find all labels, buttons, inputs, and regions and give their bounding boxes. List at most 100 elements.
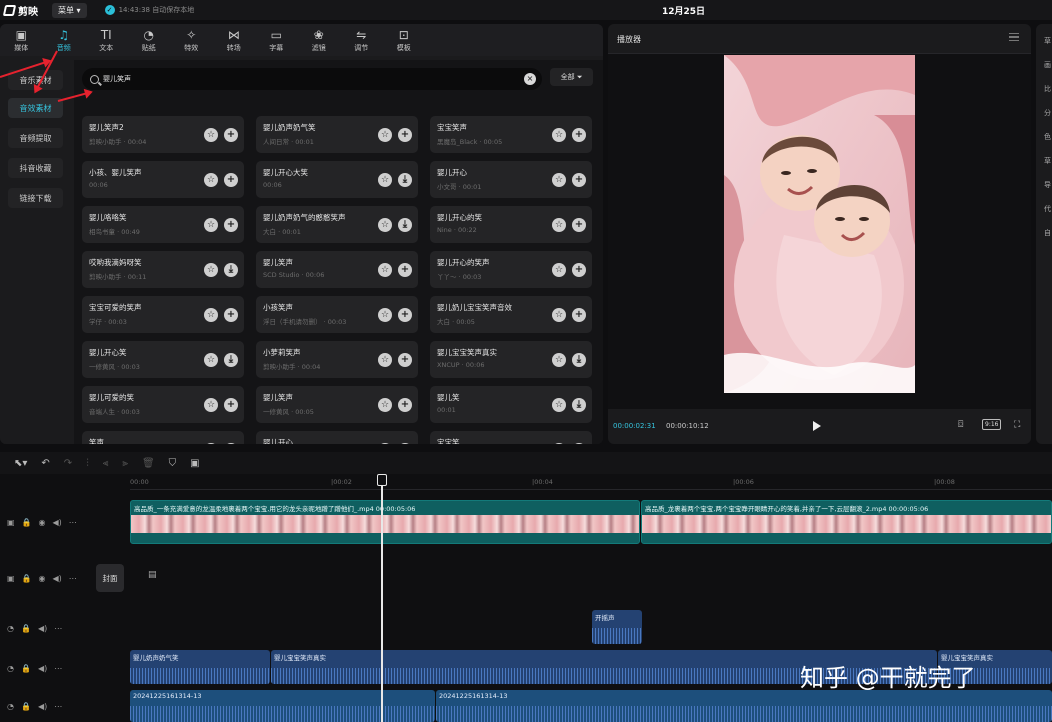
add-icon[interactable]: +	[572, 443, 586, 444]
volume-icon[interactable]: ◀)	[53, 574, 62, 583]
favorite-star-icon[interactable]: ☆	[378, 353, 392, 367]
favorite-star-icon[interactable]: ☆	[204, 398, 218, 412]
download-icon[interactable]: ⤓	[398, 173, 412, 187]
sound-card[interactable]: 婴儿咯咯笑 相鸟书童 · 00:49 ☆ +	[82, 206, 244, 243]
audio-clip[interactable]: 20241225161314-13	[130, 690, 435, 722]
favorite-star-icon[interactable]: ☆	[204, 263, 218, 277]
add-icon[interactable]: +	[398, 353, 412, 367]
playhead[interactable]	[381, 476, 383, 722]
tab-template[interactable]: ⊡ 模板	[383, 24, 426, 56]
sound-card[interactable]: 婴儿奶儿宝宝笑声音效 大白 · 00:05 ☆ +	[430, 296, 592, 333]
aspect-ratio-button[interactable]: 9:16	[982, 419, 1002, 430]
property-tab[interactable]: 分	[1044, 108, 1051, 118]
add-icon[interactable]: +	[224, 398, 238, 412]
add-icon[interactable]: +	[572, 263, 586, 277]
clear-search-icon[interactable]: ×	[524, 73, 536, 85]
audio-clip[interactable]: 开摇声	[592, 610, 642, 644]
sound-card[interactable]: 婴儿奶声奶气的憨憨笑声 大白 · 00:01 ☆ ⤓	[256, 206, 418, 243]
add-icon[interactable]: +	[224, 173, 238, 187]
sound-card[interactable]: 婴儿宝宝笑声真实 XNCUP · 00:06 ☆ ⤓	[430, 341, 592, 378]
video-track-icon[interactable]: ▣	[7, 518, 15, 527]
sound-card[interactable]: 婴儿笑声 SCD Studio · 00:06 ☆ +	[256, 251, 418, 288]
favorite-star-icon[interactable]: ☆	[378, 173, 392, 187]
property-tab[interactable]: 导	[1044, 180, 1051, 190]
project-title[interactable]: 12月25日	[662, 4, 705, 17]
audio-track-icon[interactable]: ◔	[7, 702, 14, 711]
sound-card[interactable]: 小萝莉笑声 剪映小助手 · 00:04 ☆ +	[256, 341, 418, 378]
sound-search-bar[interactable]: ×	[82, 68, 542, 90]
favorite-star-icon[interactable]: ☆	[204, 173, 218, 187]
tab-audio[interactable]: ♫ 音频	[43, 24, 86, 56]
tab-transition[interactable]: ⋈ 转场	[213, 24, 256, 56]
property-tab[interactable]: 色	[1044, 132, 1051, 142]
image-icon[interactable]: ▣	[190, 458, 199, 469]
favorite-star-icon[interactable]: ☆	[378, 128, 392, 142]
sound-card[interactable]: 婴儿开心的笑 Nine · 00:22 ☆ +	[430, 206, 592, 243]
sound-card[interactable]: 哎哟我滴妈呀笑 剪映小助手 · 00:11 ☆ ⤓	[82, 251, 244, 288]
lock-icon[interactable]: 🔒	[21, 624, 31, 633]
sound-search-input[interactable]	[103, 75, 523, 83]
sound-card[interactable]: 小孩、婴儿笑声 00:06 ☆ +	[82, 161, 244, 198]
favorite-star-icon[interactable]: ☆	[378, 443, 392, 444]
favorite-star-icon[interactable]: ☆	[378, 218, 392, 232]
lock-icon[interactable]: 🔒	[22, 574, 32, 583]
sidebar-item[interactable]: 链接下载	[8, 188, 63, 208]
tab-effect[interactable]: ✧ 特效	[170, 24, 213, 56]
favorite-star-icon[interactable]: ☆	[204, 128, 218, 142]
favorite-star-icon[interactable]: ☆	[552, 128, 566, 142]
download-icon[interactable]: ⤓	[224, 353, 238, 367]
volume-icon[interactable]: ◀)	[38, 702, 47, 711]
favorite-star-icon[interactable]: ☆	[204, 308, 218, 322]
tab-text[interactable]: TI 文本	[85, 24, 128, 56]
favorite-star-icon[interactable]: ☆	[552, 173, 566, 187]
property-tab[interactable]: 草	[1044, 156, 1051, 166]
lock-icon[interactable]: 🔒	[22, 518, 32, 527]
favorite-star-icon[interactable]: ☆	[204, 218, 218, 232]
download-icon[interactable]: ⤓	[572, 398, 586, 412]
favorite-star-icon[interactable]: ☆	[204, 353, 218, 367]
sound-card[interactable]: 笑声 ☆ +	[82, 431, 244, 444]
sound-card[interactable]: 婴儿可爱的笑 音端人生 · 00:03 ☆ +	[82, 386, 244, 423]
hamburger-menu-icon[interactable]	[1009, 33, 1019, 41]
video-track-icon[interactable]: ▣	[7, 574, 15, 583]
property-tab[interactable]: 草	[1044, 36, 1051, 46]
select-tool-icon[interactable]: ⬉▾	[14, 458, 27, 469]
sound-card[interactable]: 婴儿笑声2 剪映小助手 · 00:04 ☆ +	[82, 116, 244, 153]
favorite-star-icon[interactable]: ☆	[378, 308, 392, 322]
favorite-star-icon[interactable]: ☆	[378, 398, 392, 412]
favorite-star-icon[interactable]: ☆	[552, 398, 566, 412]
volume-icon[interactable]: ◀)	[53, 518, 62, 527]
tab-sticker[interactable]: ◔ 贴纸	[128, 24, 171, 56]
video-viewer[interactable]	[608, 54, 1031, 409]
favorite-star-icon[interactable]: ☆	[552, 308, 566, 322]
add-icon[interactable]: +	[224, 128, 238, 142]
audio-track-icon[interactable]: ◔	[7, 664, 14, 673]
audio-clip[interactable]: 20241225161314-13	[436, 690, 1052, 722]
tab-caption[interactable]: ▭ 字幕	[255, 24, 298, 56]
screenshot-icon[interactable]: ⌼	[958, 420, 963, 430]
filter-dropdown[interactable]: 全部 ⏷	[550, 68, 593, 86]
sound-card[interactable]: 婴儿奶声奶气笑 人间日常 · 00:01 ☆ +	[256, 116, 418, 153]
add-icon[interactable]: +	[398, 308, 412, 322]
undo-icon[interactable]: ↶	[41, 458, 49, 469]
sound-card[interactable]: 宝宝笑 ☆ +	[430, 431, 592, 444]
sound-card[interactable]: 婴儿开心 ☆ +	[256, 431, 418, 444]
property-tab[interactable]: 自	[1044, 228, 1051, 238]
playhead-handle[interactable]	[377, 474, 387, 486]
volume-icon[interactable]: ◀)	[38, 624, 47, 633]
play-icon[interactable]	[813, 421, 821, 431]
download-icon[interactable]: ⤓	[572, 353, 586, 367]
add-icon[interactable]: +	[572, 218, 586, 232]
audio-clip[interactable]: 婴儿奶声奶气笑	[130, 650, 270, 684]
add-icon[interactable]: +	[572, 128, 586, 142]
sound-card[interactable]: 婴儿开心 小文哥 · 00:01 ☆ +	[430, 161, 592, 198]
favorite-star-icon[interactable]: ☆	[552, 263, 566, 277]
more-icon[interactable]: ⋯	[54, 702, 62, 711]
shield-icon[interactable]: ⛉	[169, 458, 177, 469]
add-icon[interactable]: +	[224, 443, 238, 444]
favorite-star-icon[interactable]: ☆	[204, 443, 218, 444]
eye-icon[interactable]: ◉	[39, 574, 46, 583]
property-tab[interactable]: 比	[1044, 84, 1051, 94]
sound-card[interactable]: 小孩笑声 浮日（手机请勿删） · 00:03 ☆ +	[256, 296, 418, 333]
more-icon[interactable]: ⋯	[54, 664, 62, 673]
